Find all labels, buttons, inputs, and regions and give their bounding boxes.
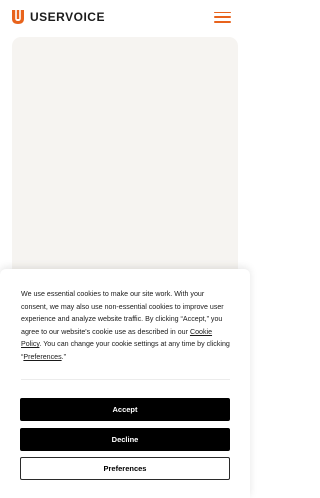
site-header: USERVOICE [0,0,250,34]
divider [21,379,230,380]
accept-button[interactable]: Accept [20,398,230,421]
preferences-link[interactable]: Preferences [23,353,61,361]
cookie-banner: We use essential cookies to make our sit… [0,269,250,498]
brand-logo-link[interactable]: USERVOICE [12,10,105,24]
decline-button[interactable]: Decline [20,428,230,451]
brand-name: USERVOICE [30,10,105,24]
cookie-text-end: .” [61,352,66,361]
preferences-button[interactable]: Preferences [20,457,230,480]
hero-card [12,37,238,297]
cookie-message: We use essential cookies to make our sit… [21,288,230,364]
hamburger-menu-icon[interactable] [214,11,231,23]
uservoice-logo-icon [12,10,24,24]
